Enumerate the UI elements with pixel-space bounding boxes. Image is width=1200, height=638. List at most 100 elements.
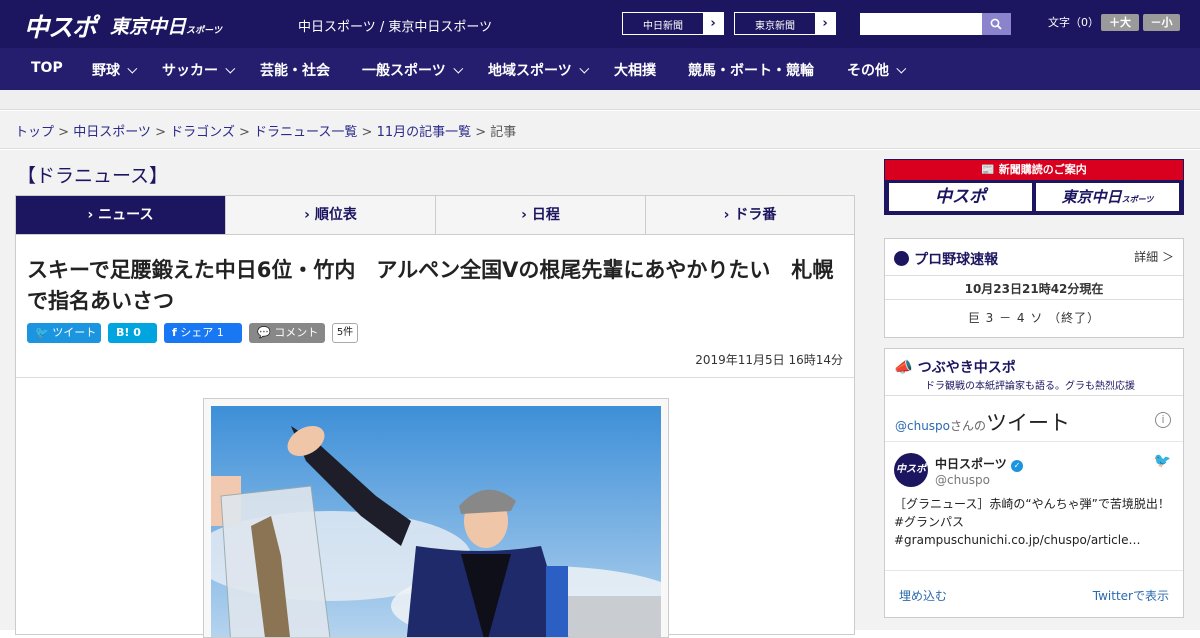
chevron-right-icon: › (815, 13, 835, 34)
tab-news-label: ニュース (98, 207, 154, 223)
section-title: 【ドラニュース】 (17, 165, 169, 187)
ad-tokyo-logo-text: 東京中日 (1061, 188, 1122, 206)
tweet-author-name-text: 中日スポーツ (935, 457, 1007, 471)
tab-dora-ban-label: ドラ番 (734, 207, 777, 223)
nav-soccer-label: サッカー (162, 63, 218, 79)
article: スキーで足腰鍛えた中日6位・竹内 アルペン全国Vの根尾先輩にあやかりたい 札幌で… (15, 235, 855, 638)
comment-count: 5件 (332, 323, 358, 343)
divider (885, 299, 1183, 300)
divider (885, 441, 1183, 442)
chevron-down-icon (579, 63, 590, 74)
nav-entertainment[interactable]: 芸能・社会 (260, 60, 330, 80)
baseball-header: プロ野球速報 (894, 249, 998, 269)
article-photo[interactable] (203, 398, 669, 638)
tweet-author-name[interactable]: 中日スポーツ ✓ (935, 455, 1023, 472)
main-nav: TOP 野球 サッカー 芸能・社会 一般スポーツ 地域スポーツ 大相撲 競馬・ボ… (0, 48, 1200, 90)
tab-schedule[interactable]: › 日程 (436, 196, 646, 234)
tab-standings[interactable]: › 順位表 (226, 196, 436, 234)
embed-link[interactable]: 埋め込む (899, 587, 947, 604)
tab-schedule-label: 日程 (531, 207, 560, 223)
chevron-down-icon (225, 63, 236, 74)
nav-racing[interactable]: 競馬・ボート・競輪 (688, 60, 814, 80)
search-button[interactable] (982, 13, 1011, 35)
subscription-ad[interactable]: 📰 新聞購読のご案内 中スポ 東京中日スポーツ (884, 159, 1184, 215)
site-header: 中スポ 東京中日スポーツ 中日スポーツ / 東京中日スポーツ 中日新聞 › 東京新… (0, 0, 1200, 48)
tweet-button[interactable]: 🐦 ツイート (27, 323, 101, 343)
nav-others-label: その他 (847, 63, 889, 79)
twitter-handle-suffix: さんの (950, 419, 987, 433)
site-links[interactable]: 中日スポーツ / 東京中日スポーツ (298, 16, 492, 35)
nav-top[interactable]: TOP (31, 60, 63, 76)
chunichi-shimbun-button[interactable]: 中日新聞 › (622, 12, 724, 35)
tokyo-shimbun-label: 東京新聞 (755, 21, 795, 32)
twitter-timeline-header: @chuspoさんのツイート (895, 407, 1070, 437)
search-input[interactable] (860, 13, 982, 35)
tab-dora-ban[interactable]: › ドラ番 (646, 196, 854, 234)
newspaper-icon: 📰 (981, 163, 995, 176)
nav-baseball[interactable]: 野球 (92, 60, 138, 80)
nav-others[interactable]: その他 (847, 60, 907, 80)
baseball-title: プロ野球速報 (914, 252, 999, 268)
nav-baseball-label: 野球 (92, 63, 120, 79)
baseball-update-time: 10月23日21時42分現在 (964, 282, 1104, 296)
tweet-text: ［グラニュース］赤崎の“やんちゃ弾”で苦境脱出！#グランパス #grampusc… (894, 497, 1170, 547)
tab-news[interactable]: › ニュース (16, 196, 226, 234)
search-icon (990, 18, 1002, 30)
athlete-photo (211, 406, 661, 637)
view-on-twitter-link[interactable]: Twitterで表示 (1093, 587, 1169, 604)
ad-tokyo-logo[interactable]: 東京中日スポーツ (1036, 183, 1179, 211)
divider (16, 377, 854, 378)
nav-general-sports-label: 一般スポーツ (362, 63, 446, 79)
article-title: スキーで足腰鍛えた中日6位・竹内 アルペン全国Vの根尾先輩にあやかりたい 札幌で… (27, 258, 834, 313)
tokyo-logo-text: 東京中日 (110, 16, 187, 38)
chuspo-logo[interactable]: 中スポ (24, 8, 97, 44)
ad-chuspo-logo[interactable]: 中スポ (889, 183, 1032, 211)
avatar[interactable]: 中スポ (894, 453, 928, 487)
font-size-label: 文字（0） (1048, 16, 1099, 29)
megaphone-icon: 📣 (894, 358, 913, 376)
tweet-author-handle[interactable]: @chuspo (935, 473, 990, 487)
baseball-detail-link[interactable]: 詳細 ＞ (1134, 248, 1174, 265)
nav-soccer[interactable]: サッカー (162, 60, 236, 80)
nav-local-sports[interactable]: 地域スポーツ (488, 60, 590, 80)
subscription-ad-label: 新聞購読のご案内 (998, 163, 1087, 176)
breadcrumb-top[interactable]: トップ (15, 125, 54, 140)
tsubuyaki-widget: 📣 つぶやき中スポ ドラ観戦の本紙評論家も語る。グラも熱烈応援 @chuspoさ… (884, 348, 1184, 618)
facebook-share-label: シェア 1 (180, 326, 224, 339)
facebook-share-button[interactable]: f シェア 1 (164, 323, 242, 343)
breadcrumb-dragons[interactable]: ドラゴンズ (170, 125, 235, 140)
facebook-icon: f (172, 326, 177, 339)
twitter-icon: 🐦 (35, 326, 49, 339)
tokyo-logo-small: スポーツ (186, 26, 222, 36)
breadcrumb-dora-news-list[interactable]: ドラニュース一覧 (254, 125, 357, 140)
font-larger-button[interactable]: ＋大 (1101, 14, 1139, 31)
speech-bubble-icon: 💬 (257, 326, 271, 339)
tokyo-shimbun-button[interactable]: 東京新聞 › (734, 12, 836, 35)
chevron-down-icon (453, 63, 464, 74)
info-icon[interactable]: i (1155, 412, 1171, 428)
divider (885, 275, 1183, 276)
nav-sumo[interactable]: 大相撲 (614, 60, 656, 80)
chunichi-shimbun-label: 中日新聞 (643, 21, 683, 32)
tsubuyaki-subtitle: ドラ観戦の本紙評論家も語る。グラも熱烈応援 (925, 381, 1135, 392)
hatena-button[interactable]: B! 0 (108, 323, 157, 343)
breadcrumb-november-list[interactable]: 11月の記事一覧 (377, 125, 472, 140)
breadcrumb-chunichi-sports[interactable]: 中日スポーツ (73, 125, 151, 140)
baseball-scores-widget: プロ野球速報 詳細 ＞ 10月23日21時42分現在 巨 3 － 4 ソ （終了… (884, 238, 1184, 338)
baseball-score[interactable]: 巨 3 － 4 ソ （終了） (885, 309, 1183, 326)
nav-general-sports[interactable]: 一般スポーツ (362, 60, 464, 80)
comment-button[interactable]: 💬 コメント (249, 323, 325, 343)
breadcrumb-current: 記事 (490, 125, 517, 140)
subscription-ad-title: 📰 新聞購読のご案内 (885, 160, 1183, 180)
twitter-bird-icon[interactable]: 🐦 (1154, 453, 1171, 469)
divider (885, 570, 1183, 571)
tokyo-chunichi-logo[interactable]: 東京中日スポーツ (110, 12, 222, 39)
section-tabs: › ニュース › 順位表 › 日程 › ドラ番 (15, 195, 855, 235)
tsubuyaki-title: つぶやき中スポ (917, 360, 1016, 376)
baseball-icon (894, 251, 909, 266)
twitter-handle-link[interactable]: @chuspo (895, 419, 950, 433)
ad-tokyo-logo-small: スポーツ (1121, 195, 1154, 204)
tsubuyaki-header: 📣 つぶやき中スポ (894, 357, 1016, 377)
font-smaller-button[interactable]: －小 (1143, 14, 1180, 31)
header-band (0, 90, 1200, 110)
